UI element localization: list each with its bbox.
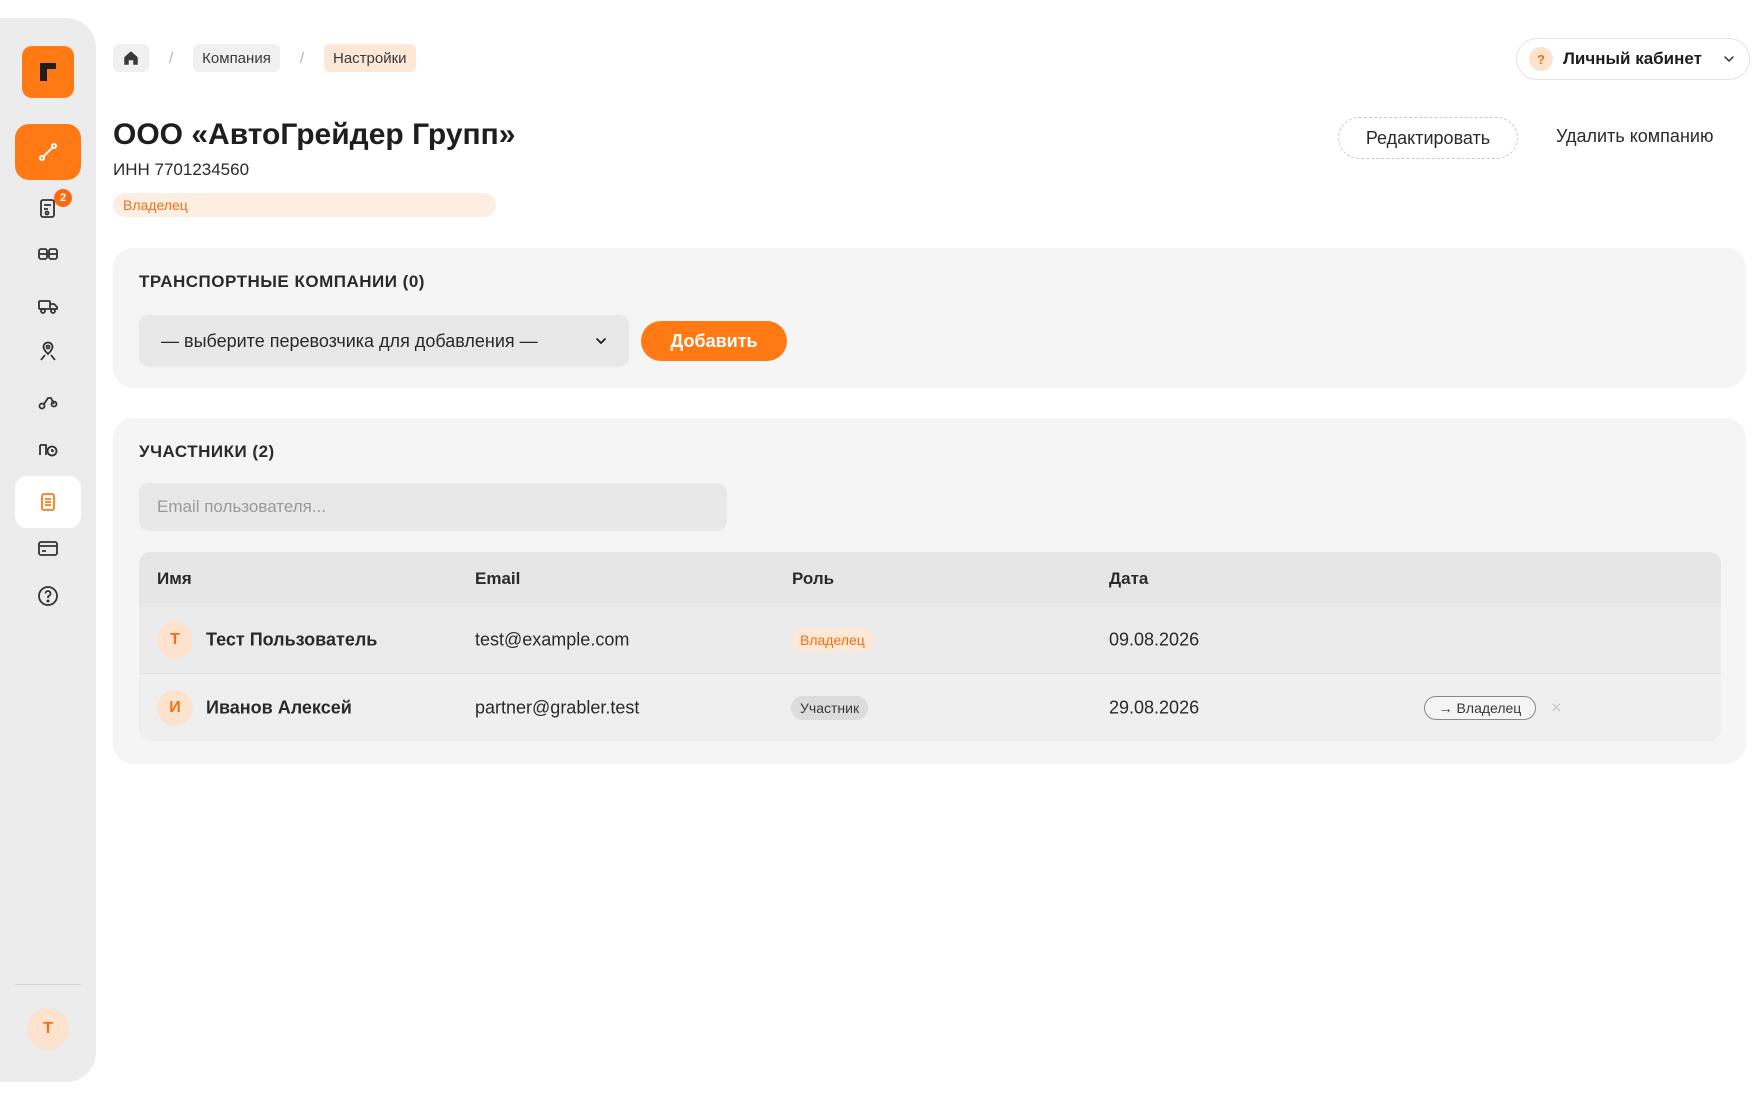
nav-item-locations[interactable]	[15, 326, 81, 378]
nav-item-help[interactable]	[15, 570, 81, 622]
sidebar: 2 Т	[0, 18, 96, 1082]
column-header-date: Дата	[1109, 569, 1149, 588]
member-name: Тест Пользователь	[206, 629, 378, 650]
carrier-select[interactable]: — выберите перевозчика для добавления —	[139, 315, 629, 367]
avatar: Т	[157, 622, 193, 658]
sidebar-divider	[15, 984, 81, 985]
nav-item-orders[interactable]: 2	[15, 182, 81, 234]
truck-icon	[38, 300, 58, 314]
breadcrumb-separator: /	[169, 49, 174, 67]
account-label: Личный кабинет	[1563, 49, 1702, 68]
chevron-down-icon	[1724, 56, 1734, 63]
nav-item-tracks[interactable]	[15, 376, 81, 428]
delete-company-button[interactable]: Удалить компанию	[1556, 126, 1713, 147]
carriers-title: ТРАНСПОРТНЫЕ КОМПАНИИ (0)	[139, 272, 425, 291]
table-row: И Иванов Алексей partner@grabler.test Уч…	[139, 674, 1721, 741]
scooter-icon	[38, 397, 58, 410]
member-date: 29.08.2026	[1109, 697, 1200, 717]
breadcrumb-separator: /	[299, 49, 304, 67]
route-icon	[39, 143, 57, 161]
cards-icon	[38, 248, 58, 260]
nav-item-company[interactable]	[15, 476, 81, 528]
role-badge: Владелец	[791, 628, 874, 652]
nav-item-payments[interactable]	[15, 522, 81, 574]
member-date: 09.08.2026	[1109, 629, 1200, 650]
page-title: ООО «АвтоГрейдер Групп»	[113, 118, 516, 151]
role-badge: Владелец	[113, 193, 496, 217]
breadcrumb-item-company[interactable]: Компания	[193, 44, 280, 72]
add-carrier-button[interactable]: Добавить	[641, 321, 787, 361]
promote-to-owner-button[interactable]: → Владелец	[1424, 695, 1536, 720]
carrier-select-value: — выберите перевозчика для добавления —	[161, 330, 538, 351]
remove-member-button[interactable]: ×	[1551, 697, 1562, 718]
account-menu-button[interactable]: ? Личный кабинет	[1516, 38, 1750, 80]
help-badge: ?	[1529, 47, 1553, 71]
chevron-down-icon	[596, 338, 606, 345]
table-header: Имя Email Роль Дата	[139, 552, 1721, 607]
nav-item-trucks[interactable]	[15, 280, 81, 332]
members-title: УЧАСТНИКИ (2)	[139, 442, 275, 461]
help-icon	[38, 586, 58, 606]
edit-button[interactable]: Редактировать	[1338, 117, 1518, 159]
breadcrumb: / Компания / Настройки	[113, 44, 416, 72]
logo-icon	[40, 63, 56, 81]
nav-item-routes[interactable]	[15, 124, 81, 180]
member-name: Иванов Алексей	[206, 697, 352, 717]
user-avatar[interactable]: Т	[27, 1008, 69, 1050]
column-header-name: Имя	[157, 569, 192, 588]
column-header-role: Роль	[792, 569, 835, 588]
avatar: И	[157, 689, 193, 726]
nav-item-timeline[interactable]	[15, 424, 81, 476]
carriers-card: ТРАНСПОРТНЫЕ КОМПАНИИ (0) — выберите пер…	[113, 248, 1746, 388]
breadcrumb-item-settings[interactable]: Настройки	[324, 44, 416, 72]
member-email: test@example.com	[475, 629, 630, 650]
members-card: УЧАСТНИКИ (2) Имя Email Роль Дата Т Тест…	[113, 418, 1746, 764]
column-header-email: Email	[475, 569, 521, 588]
nav-item-vehicles[interactable]	[15, 228, 81, 280]
app-logo[interactable]	[22, 46, 74, 98]
table-row: Т Тест Пользователь test@example.com Вла…	[139, 607, 1721, 674]
members-table: Имя Email Роль Дата Т Тест Пользователь …	[139, 552, 1721, 741]
member-email: partner@grabler.test	[475, 697, 640, 717]
home-icon	[124, 51, 138, 65]
member-email-input[interactable]	[139, 483, 727, 531]
home-button[interactable]	[113, 44, 149, 72]
notification-badge: 2	[54, 189, 72, 207]
company-doc-icon	[41, 493, 55, 511]
role-badge: Участник	[791, 695, 869, 720]
clock-icon	[39, 444, 58, 457]
card-icon	[38, 541, 58, 556]
map-pin-icon	[40, 341, 56, 361]
company-inn: ИНН 7701234560	[113, 160, 250, 179]
